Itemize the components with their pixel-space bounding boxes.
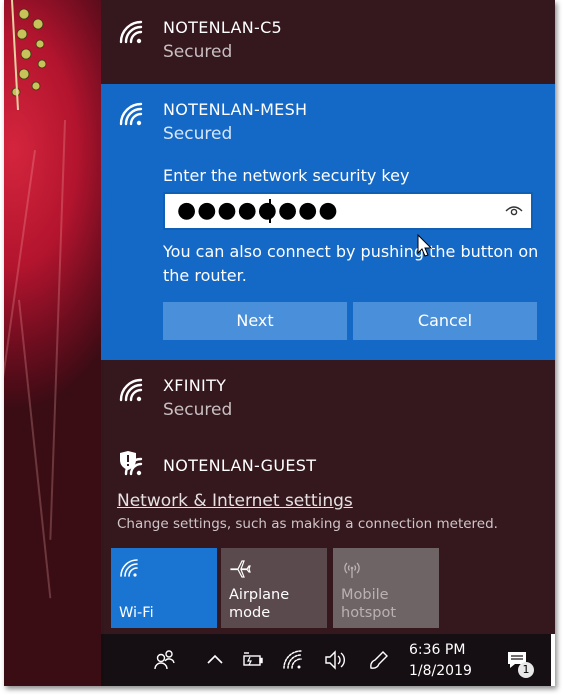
open-network-shield-icon xyxy=(120,451,143,476)
network-status: Secured xyxy=(163,400,233,420)
notification-count-badge: 1 xyxy=(518,662,534,678)
network-item-notenlan-mesh[interactable]: NOTENLAN-MESH Secured Enter the network … xyxy=(101,84,555,360)
people-icon[interactable] xyxy=(153,648,177,672)
chevron-up-icon[interactable] xyxy=(203,648,227,672)
next-button[interactable]: Next xyxy=(163,302,347,340)
hotspot-icon xyxy=(344,562,360,578)
clock-time[interactable]: 6:36 PM xyxy=(409,642,465,658)
cancel-button[interactable]: Cancel xyxy=(353,302,537,340)
pen-icon[interactable] xyxy=(367,648,391,672)
volume-icon[interactable] xyxy=(323,648,347,672)
network-item-notenlan-guest[interactable]: NOTENLAN-GUEST xyxy=(101,446,555,486)
network-name: NOTENLAN-MESH xyxy=(163,100,308,119)
desktop-wallpaper xyxy=(4,0,104,686)
network-status: Secured xyxy=(163,124,233,144)
battery-icon[interactable] xyxy=(241,648,265,672)
text-caret xyxy=(269,199,271,223)
network-item-notenlan-c5[interactable]: NOTENLAN-C5 Secured xyxy=(101,0,555,84)
network-item-xfinity[interactable]: XFINITY Secured xyxy=(101,364,555,444)
network-name: XFINITY xyxy=(163,376,227,395)
security-key-prompt: Enter the network security key xyxy=(163,166,410,185)
wps-hint-text: You can also connect by pushing the butt… xyxy=(163,242,539,285)
airplane-icon xyxy=(230,560,251,578)
reveal-password-icon[interactable] xyxy=(505,204,523,218)
network-name: NOTENLAN-C5 xyxy=(163,18,283,37)
window-edge xyxy=(551,634,555,686)
network-settings-link[interactable]: Network & Internet settings xyxy=(117,491,353,511)
wifi-icon xyxy=(120,559,138,577)
wifi-icon[interactable] xyxy=(281,648,305,672)
security-key-value: ●●●●●●●● xyxy=(177,198,339,223)
security-key-input[interactable]: ●●●●●●●● xyxy=(163,192,533,230)
flower-stamen-icon xyxy=(11,0,47,110)
tile-label: Wi-Fi xyxy=(119,605,154,621)
network-settings-description: Change settings, such as making a connec… xyxy=(117,516,498,532)
quick-action-mobile-hotspot[interactable]: Mobile hotspot xyxy=(333,548,439,628)
network-name: NOTENLAN-GUEST xyxy=(163,456,317,475)
mouse-pointer-icon xyxy=(417,234,433,257)
quick-action-wifi[interactable]: Wi-Fi xyxy=(111,548,217,628)
taskbar: 6:36 PM 1/8/2019 1 xyxy=(101,634,555,686)
wifi-signal-icon xyxy=(119,102,143,126)
quick-action-airplane-mode[interactable]: Airplane mode xyxy=(221,548,327,628)
screenshot-frame: NOTENLAN-C5 Secured NOTENLAN-MESH Secure… xyxy=(4,0,555,686)
wifi-signal-icon xyxy=(119,378,143,402)
tile-label: Airplane mode xyxy=(229,587,290,621)
network-status: Secured xyxy=(163,42,233,62)
network-flyout: NOTENLAN-C5 Secured NOTENLAN-MESH Secure… xyxy=(101,0,555,634)
clock-date[interactable]: 1/8/2019 xyxy=(409,663,472,679)
wifi-signal-icon xyxy=(119,20,143,44)
tile-label: Mobile hotspot xyxy=(341,587,397,621)
